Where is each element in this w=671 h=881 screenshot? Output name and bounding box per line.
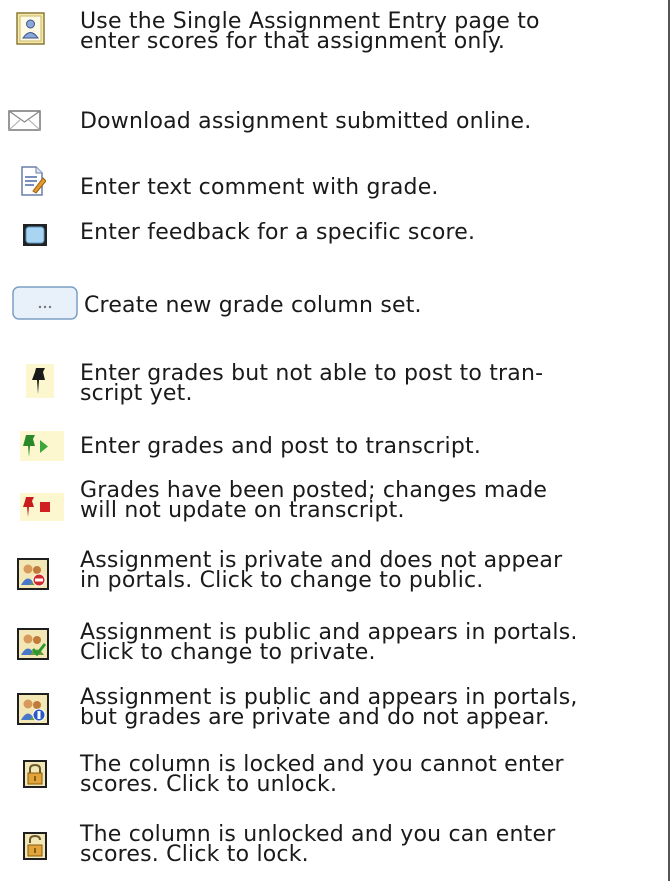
icon-legend: Use the Single Assignment Entry page to … bbox=[0, 0, 670, 881]
comment-document-icon bbox=[20, 166, 46, 196]
single-entry-page-icon bbox=[16, 12, 46, 46]
legend-line: enter scores for that assignment only. bbox=[80, 29, 506, 54]
legend-text-private: Assignment is private and does not appea… bbox=[80, 550, 562, 593]
ellipsis-button-icon[interactable] bbox=[12, 286, 78, 320]
legend-text-unlocked: The column is unlocked and you can enter… bbox=[80, 824, 555, 867]
lock-open-icon[interactable] bbox=[22, 831, 48, 861]
legend-line: scores. Click to unlock. bbox=[80, 772, 338, 797]
legend-item-pin-post: Enter grades and post to transcript. bbox=[0, 425, 668, 465]
legend-line: Download assignment submitted online. bbox=[80, 109, 532, 134]
legend-text-public-private-grades: Assignment is public and appears in port… bbox=[80, 687, 578, 730]
legend-text-pin-post: Enter grades and post to transcript. bbox=[80, 434, 482, 459]
legend-line: but grades are private and do not appear… bbox=[80, 705, 550, 730]
envelope-icon bbox=[8, 110, 42, 132]
pushpin-stop-icon bbox=[20, 493, 64, 521]
legend-line: Enter feedback for a specific score. bbox=[80, 220, 476, 245]
legend-line: scores. Click to lock. bbox=[80, 842, 309, 867]
pushpin-arrow-icon bbox=[20, 431, 64, 461]
pushpin-icon bbox=[26, 364, 54, 398]
public-private-grades-icon[interactable] bbox=[16, 692, 50, 726]
legend-item-feedback: Enter feedback for a specific score. bbox=[0, 215, 668, 255]
legend-line: Create new grade column set. bbox=[84, 293, 422, 318]
legend-item-pin-posted: Grades have been posted; changes made wi… bbox=[0, 475, 668, 535]
legend-text-column-set: Create new grade column set. bbox=[84, 293, 422, 318]
legend-text-text-comment: Enter text comment with grade. bbox=[80, 175, 439, 200]
legend-item-download: Download assignment submitted online. bbox=[0, 100, 668, 140]
legend-text-feedback: Enter feedback for a specific score. bbox=[80, 220, 476, 245]
legend-item-public-private-grades: Assignment is public and appears in port… bbox=[0, 680, 668, 740]
legend-text-download: Download assignment submitted online. bbox=[80, 109, 532, 134]
legend-item-text-comment: Enter text comment with grade. bbox=[0, 160, 668, 210]
legend-item-private: Assignment is private and does not appea… bbox=[0, 545, 668, 605]
legend-line: Click to change to private. bbox=[80, 640, 376, 665]
legend-item-pin-not-post: Enter grades but not able to post to tra… bbox=[0, 360, 668, 420]
legend-line: Enter text comment with grade. bbox=[80, 175, 439, 200]
legend-text-pin-posted: Grades have been posted; changes made wi… bbox=[80, 480, 547, 523]
feedback-box-icon bbox=[22, 223, 48, 247]
lock-closed-icon[interactable] bbox=[22, 759, 48, 789]
legend-line: Enter grades and post to transcript. bbox=[80, 434, 482, 459]
legend-item-single-entry: Use the Single Assignment Entry page to … bbox=[0, 0, 668, 70]
public-assignment-icon[interactable] bbox=[16, 627, 50, 661]
legend-item-column-set: Create new grade column set. bbox=[0, 280, 668, 330]
legend-text-locked: The column is locked and you cannot ente… bbox=[80, 754, 564, 797]
legend-line: in portals. Click to change to public. bbox=[80, 568, 484, 593]
legend-item-public: Assignment is public and appears in port… bbox=[0, 615, 668, 675]
legend-item-locked: The column is locked and you cannot ente… bbox=[0, 745, 668, 805]
legend-text-pin-not-post: Enter grades but not able to post to tra… bbox=[80, 363, 543, 406]
legend-text-single-entry: Use the Single Assignment Entry page to … bbox=[80, 11, 540, 54]
legend-line: will not update on transcript. bbox=[80, 498, 405, 523]
legend-text-public: Assignment is public and appears in port… bbox=[80, 622, 578, 665]
legend-line: script yet. bbox=[80, 381, 193, 406]
private-assignment-icon[interactable] bbox=[16, 557, 50, 591]
legend-item-unlocked: The column is unlocked and you can enter… bbox=[0, 815, 668, 881]
